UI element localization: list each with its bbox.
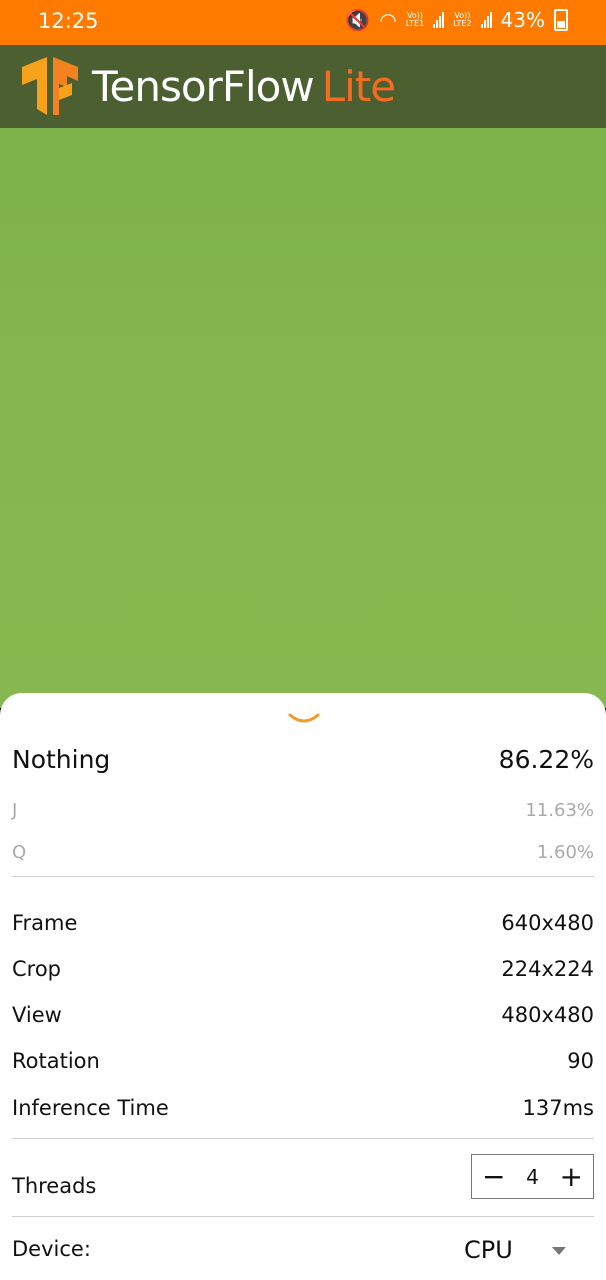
info-row-view: View 480x480 <box>12 1003 594 1027</box>
info-value: 640x480 <box>501 911 594 935</box>
result-label: Q <box>12 842 27 863</box>
result-row-2: J 11.63% <box>12 800 594 821</box>
sim1-bottom: LTE1 <box>405 19 425 28</box>
camera-preview <box>0 128 606 708</box>
sim2-bottom: LTE2 <box>453 19 472 28</box>
sim1-indicator: Vo)) LTE1 <box>406 12 424 28</box>
info-label: Rotation <box>12 1049 100 1073</box>
divider <box>12 876 594 877</box>
signal-icon-2 <box>480 12 492 28</box>
status-bar: 12:25 🔇 ◠ Vo)) LTE1 Vo)) LTE2 43% <box>0 0 606 45</box>
info-row-inference-time: Inference Time 137ms <box>12 1096 594 1120</box>
result-value: 1.60% <box>536 842 594 863</box>
bottom-sheet[interactable]: Nothing 86.22% J 11.63% Q 1.60% Frame 64… <box>0 693 606 1280</box>
info-value: 90 <box>567 1049 594 1073</box>
info-label: Inference Time <box>12 1096 169 1120</box>
info-row-rotation: Rotation 90 <box>12 1049 594 1073</box>
signal-icon <box>433 12 445 28</box>
info-value: 480x480 <box>501 1003 594 1027</box>
status-time: 12:25 <box>38 9 99 33</box>
device-label: Device: <box>12 1237 91 1261</box>
device-select[interactable]: CPU <box>464 1236 513 1264</box>
app-bar: TensorFlow Lite <box>0 45 606 128</box>
device-row: Device: <box>12 1237 312 1261</box>
mute-icon: 🔇 <box>345 8 371 32</box>
result-value: 86.22% <box>498 745 594 774</box>
battery-icon <box>554 9 568 31</box>
status-icons: 🔇 ◠ Vo)) LTE1 Vo)) LTE2 43% <box>345 8 568 32</box>
info-label: Frame <box>12 911 78 935</box>
result-row-1: Nothing 86.22% <box>12 745 594 774</box>
threads-label: Threads <box>12 1174 97 1198</box>
brand-accent: Lite <box>321 62 396 111</box>
result-row-3: Q 1.60% <box>12 842 594 863</box>
sim2-indicator: Vo)) LTE2 <box>453 12 471 28</box>
divider <box>12 1138 594 1139</box>
threads-value: 4 <box>526 1164 539 1189</box>
tensorflow-logo-icon <box>22 57 78 115</box>
info-value: 137ms <box>522 1096 594 1120</box>
decrement-button[interactable]: − <box>482 1162 505 1191</box>
result-label: Nothing <box>12 745 111 774</box>
info-label: View <box>12 1003 62 1027</box>
result-value: 11.63% <box>525 800 594 821</box>
battery-percent: 43% <box>500 8 545 32</box>
result-label: J <box>12 800 18 821</box>
threads-stepper[interactable]: − 4 + <box>471 1154 594 1199</box>
brand-main: TensorFlow <box>92 62 315 111</box>
app-title: TensorFlow Lite <box>92 62 396 111</box>
wifi-icon: ◠ <box>379 8 397 32</box>
chevron-down-icon[interactable] <box>287 709 321 727</box>
info-row-crop: Crop 224x224 <box>12 957 594 981</box>
threads-row: Threads <box>12 1174 432 1198</box>
increment-button[interactable]: + <box>560 1162 583 1191</box>
info-row-frame: Frame 640x480 <box>12 911 594 935</box>
dropdown-arrow-icon[interactable] <box>552 1247 566 1255</box>
info-label: Crop <box>12 957 62 981</box>
divider <box>12 1216 594 1217</box>
info-value: 224x224 <box>501 957 594 981</box>
